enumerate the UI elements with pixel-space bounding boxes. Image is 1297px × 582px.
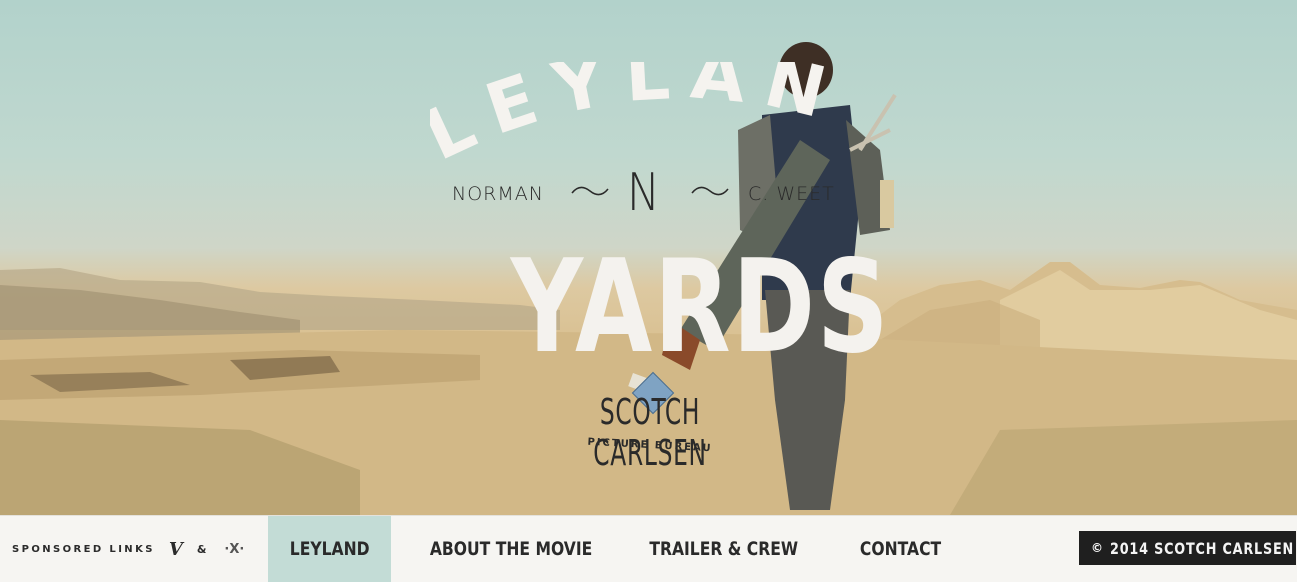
credit-row: NORMAN N C. WEET: [452, 165, 852, 221]
credit-right-name: C. WEET: [748, 183, 835, 205]
copyright-text: 2014 SCOTCH CARLSEN: [1110, 538, 1295, 558]
footer-nav-bar: SPONSORED LINKS V & ·X· LEYLAND ABOUT TH…: [0, 515, 1297, 582]
studio-name: SCOTCH CARLSEN: [593, 392, 707, 474]
tilde-ornament-icon: [691, 186, 729, 196]
nav-item-about-the-movie[interactable]: ABOUT THE MOVIE: [391, 516, 631, 582]
studio-logo: SCOTCH CARLSEN PICTURE BUREAU: [520, 370, 780, 474]
nav-item-leyland[interactable]: LEYLAND: [268, 516, 391, 582]
nav-item-contact[interactable]: CONTACT: [817, 516, 985, 582]
copyright-icon: ©: [1091, 541, 1104, 555]
sponsored-label: SPONSORED LINKS: [12, 543, 155, 555]
hero-banner: LEYLAND NORMAN N C. WEET YARDS SCOTCH CA…: [0, 0, 1297, 515]
credit-left-name: NORMAN: [452, 183, 544, 205]
copyright-badge: © 2014 SCOTCH CARLSEN: [1079, 531, 1296, 565]
tilde-ornament-icon: [571, 186, 609, 196]
center-monogram: N: [626, 163, 660, 223]
title-leyland: LEYLAND: [430, 62, 851, 172]
ampersand: &: [196, 542, 207, 556]
nav-item-trailer-and-crew[interactable]: TRAILER & CREW: [631, 516, 817, 582]
title-yards: YARDS: [510, 233, 891, 382]
vimeo-icon[interactable]: V: [169, 539, 183, 560]
sponsored-links: SPONSORED LINKS V & ·X·: [12, 516, 244, 582]
partner-logo-icon[interactable]: ·X·: [224, 542, 244, 557]
svg-text:LEYLAND: LEYLAND: [430, 62, 851, 172]
main-nav: LEYLAND ABOUT THE MOVIE TRAILER & CREW C…: [268, 516, 985, 582]
